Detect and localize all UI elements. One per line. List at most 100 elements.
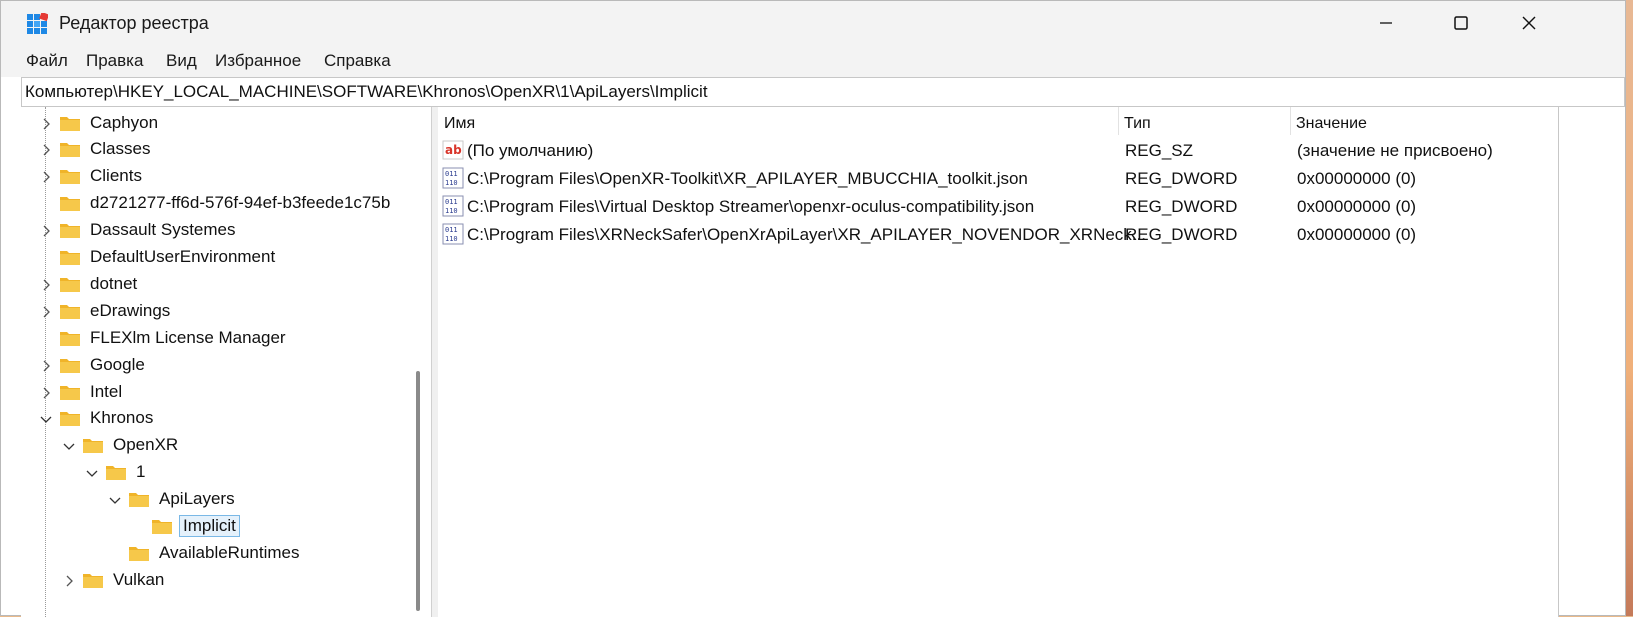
tree-item-label: 1 [136, 462, 146, 482]
key-tree[interactable]: Caphyon Classes Clients d2721277-ff6d-576f-… [21, 107, 432, 617]
list-row[interactable]: 011 110 C:\Program Files\OpenXR-Toolkit\XR… [438, 165, 1558, 193]
chevron-right-icon[interactable] [39, 358, 53, 372]
svg-text:ab: ab [445, 143, 462, 157]
address-bar[interactable]: Компьютер\HKEY_LOCAL_MACHINE\SOFTWARE\Kh… [21, 77, 1625, 107]
tree-item[interactable]: Google [39, 351, 148, 378]
svg-text:011: 011 [445, 170, 458, 178]
tree-item-label: Vulkan [113, 569, 165, 589]
value-name: C:\Program Files\OpenXR-Toolkit\XR_APILA… [467, 169, 1028, 188]
folder-icon [59, 248, 81, 266]
tree-item[interactable]: dotnet [39, 270, 140, 297]
menu-file[interactable]: Файл [26, 51, 68, 71]
folder-icon [128, 490, 150, 508]
chevron-down-icon[interactable] [39, 411, 53, 425]
tree-item[interactable]: 1 [85, 459, 148, 486]
tree-item-label: Classes [90, 139, 151, 159]
value-data: 0x00000000 (0) [1297, 169, 1417, 188]
folder-icon [59, 221, 81, 239]
close-button[interactable] [1494, 1, 1564, 45]
maximize-button[interactable] [1426, 1, 1496, 45]
list-row[interactable]: 011 110 C:\Program Files\XRNeckSafer\OpenX… [438, 221, 1558, 249]
value-type: REG_DWORD [1125, 225, 1238, 244]
tree-item-label: Clients [90, 166, 142, 186]
value-data: 0x00000000 (0) [1297, 225, 1417, 244]
svg-text:110: 110 [445, 179, 458, 187]
tree-item-label: dotnet [90, 273, 138, 293]
menu-help[interactable]: Справка [324, 51, 391, 71]
tree-item-label: AvailableRuntimes [159, 542, 300, 562]
tree-item-label: Khronos [90, 408, 154, 428]
menu-favorites[interactable]: Избранное [215, 51, 301, 71]
menu-view[interactable]: Вид [166, 51, 197, 71]
tree-item-label: Google [90, 354, 145, 374]
list-right-border [1558, 107, 1559, 617]
value-name: C:\Program Files\Virtual Desktop Streame… [467, 197, 1035, 216]
tree-item[interactable]: Clients [39, 163, 145, 190]
tree-item-label: FLEXlm License Manager [90, 327, 286, 347]
tree-item[interactable]: DefaultUserEnvironment [39, 244, 278, 271]
chevron-down-icon[interactable] [62, 438, 76, 452]
chevron-right-icon[interactable] [39, 304, 53, 318]
folder-icon [151, 517, 173, 535]
chevron-right-icon[interactable] [39, 385, 53, 399]
tree-item[interactable]: AvailableRuntimes [108, 539, 302, 566]
chevron-right-icon[interactable] [39, 223, 53, 237]
tree-item[interactable]: ApiLayers [108, 486, 238, 513]
folder-icon [82, 436, 104, 454]
tree-item-label: Intel [90, 381, 123, 401]
tree-item-label: ApiLayers [159, 489, 235, 509]
value-data: (значение не присвоено) [1297, 141, 1493, 160]
tree-item[interactable]: FLEXlm License Manager [39, 324, 289, 351]
tree-item[interactable]: d2721277-ff6d-576f-94ef-b3feede1c75b [39, 190, 393, 217]
folder-icon [59, 167, 81, 185]
values-list[interactable]: Имя Тип Значение ab (По умолчанию) REG_SZ (… [438, 107, 1558, 617]
tree-item[interactable]: OpenXR [62, 432, 181, 459]
chevron-down-icon[interactable] [108, 492, 122, 506]
title-bar[interactable]: Редактор реестра [1, 1, 1625, 45]
folder-icon [59, 194, 81, 212]
list-row[interactable]: 011 110 C:\Program Files\Virtual Desktop S… [438, 193, 1558, 221]
list-row[interactable]: ab (По умолчанию) REG_SZ (значение не присв… [438, 137, 1558, 165]
tree-item-label: d2721277-ff6d-576f-94ef-b3feede1c75b [90, 193, 391, 213]
tree-item-label: Dassault Systemes [90, 220, 236, 240]
maximize-icon [1454, 16, 1468, 30]
close-icon [1522, 16, 1536, 30]
binary-value-icon: 011 110 [442, 167, 464, 189]
tree-item[interactable]: eDrawings [39, 297, 173, 324]
chevron-right-icon[interactable] [39, 169, 53, 183]
tree-item[interactable]: Dassault Systemes [39, 217, 239, 244]
pane-splitter[interactable] [431, 107, 438, 617]
chevron-right-icon[interactable] [62, 573, 76, 587]
tree-item[interactable]: Vulkan [62, 566, 167, 593]
minimize-button[interactable] [1351, 1, 1421, 45]
value-name: C:\Program Files\XRNeckSafer\OpenXrApiLa… [467, 225, 1146, 244]
tree-item[interactable]: Khronos [39, 405, 156, 432]
chevron-right-icon[interactable] [39, 277, 53, 291]
address-path[interactable]: Компьютер\HKEY_LOCAL_MACHINE\SOFTWARE\Kh… [25, 82, 708, 102]
folder-icon [59, 356, 81, 374]
chevron-right-icon[interactable] [39, 142, 53, 156]
tree-item[interactable]: Caphyon [39, 109, 161, 136]
value-name: (По умолчанию) [467, 141, 594, 160]
tree-item-label: eDrawings [90, 300, 171, 320]
chevron-down-icon[interactable] [85, 465, 99, 479]
column-header-value[interactable]: Значение [1290, 111, 1558, 137]
column-header-name[interactable]: Имя [438, 111, 1118, 137]
folder-icon [59, 114, 81, 132]
tree-item[interactable]: Intel [39, 378, 125, 405]
binary-value-icon: 011 110 [442, 195, 464, 217]
menu-edit[interactable]: Правка [86, 51, 143, 71]
value-type: REG_DWORD [1125, 169, 1238, 188]
registry-editor-app-icon [27, 13, 48, 34]
column-header-type[interactable]: Тип [1118, 111, 1290, 137]
folder-icon [128, 544, 150, 562]
svg-text:110: 110 [445, 235, 458, 243]
tree-scrollbar-thumb[interactable] [416, 371, 420, 611]
tree-item[interactable]: Implicit [131, 513, 240, 540]
chevron-right-icon[interactable] [39, 116, 53, 130]
tree-item[interactable]: Classes [39, 136, 153, 163]
